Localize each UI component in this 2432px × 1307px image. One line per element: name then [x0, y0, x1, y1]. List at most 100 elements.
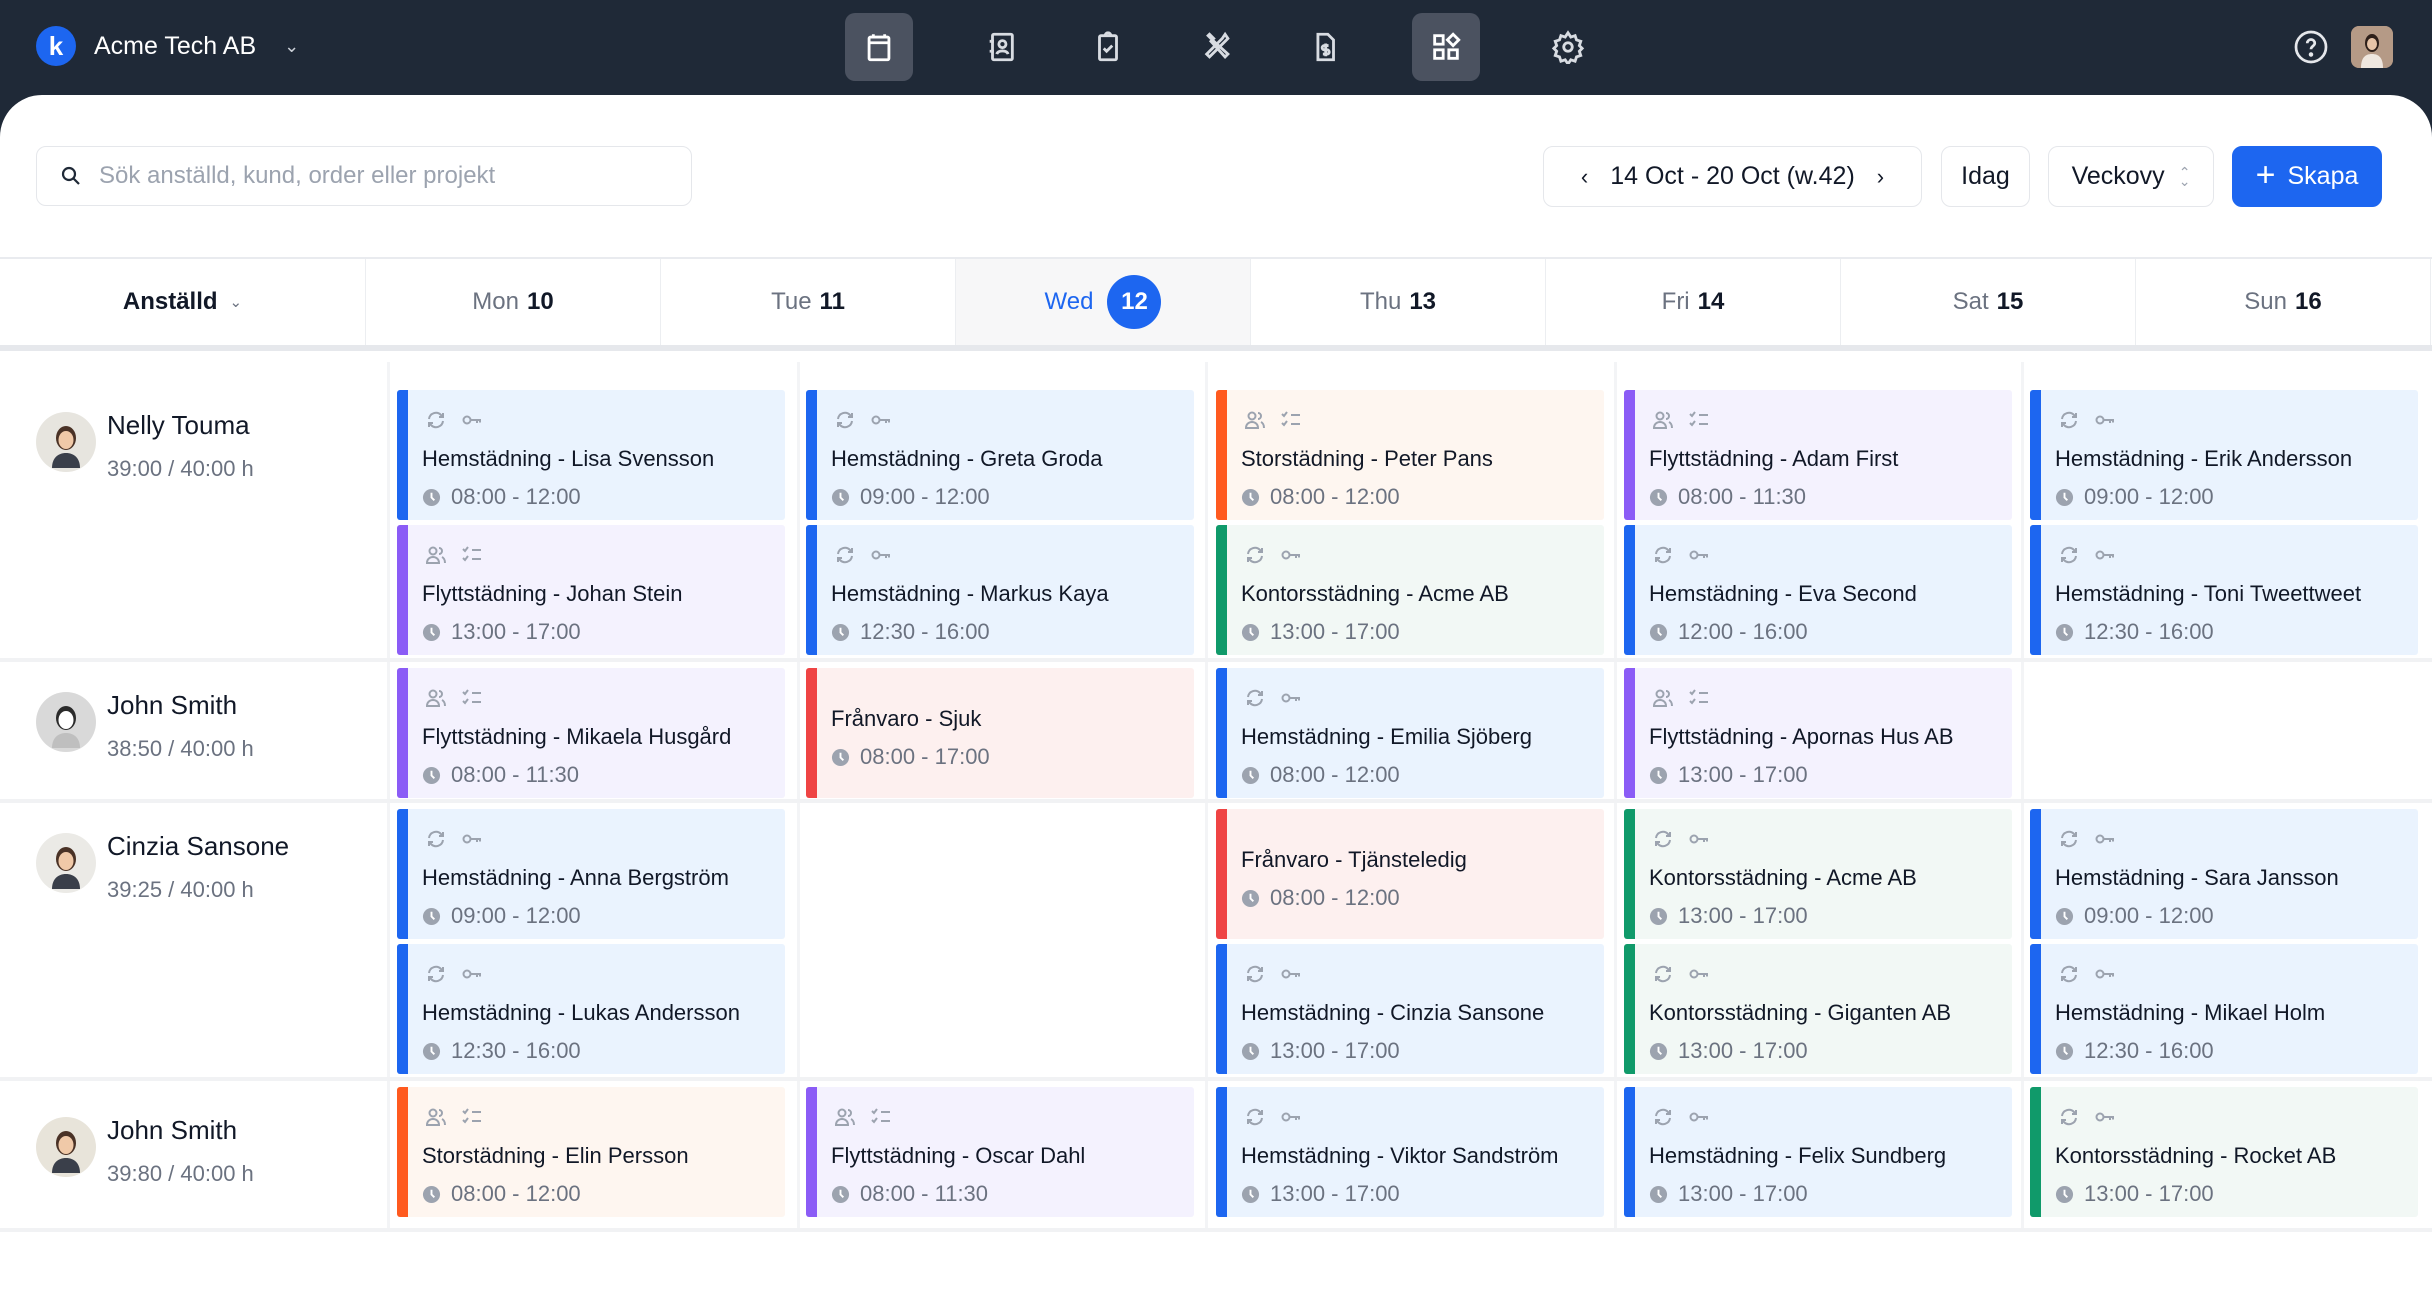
- event-card[interactable]: Hemstädning - Toni Tweettweet 12:30 - 16:…: [2030, 525, 2418, 655]
- event-time-label: 13:00 - 17:00: [451, 619, 581, 644]
- nav-apps[interactable]: [1412, 13, 1480, 81]
- event-time: 13:00 - 17:00: [1241, 1181, 1400, 1207]
- event-time: 08:00 - 12:00: [422, 1181, 581, 1207]
- search-input[interactable]: [99, 162, 659, 190]
- nav-invoices[interactable]: [1291, 13, 1359, 81]
- event-card[interactable]: Flyttstädning - Oscar Dahl 08:00 - 11:30: [806, 1087, 1194, 1217]
- key-icon: [2095, 969, 2114, 979]
- employee-sort-header[interactable]: Anställd ⌄: [0, 259, 366, 345]
- event-icons: [2057, 827, 2117, 851]
- event-time: 13:00 - 17:00: [1241, 1038, 1400, 1064]
- event-card[interactable]: Storstädning - Peter Pans 08:00 - 12:00: [1216, 390, 1604, 520]
- next-week-button[interactable]: ›: [1877, 164, 1884, 190]
- event-title: Kontorsstädning - Acme AB: [1241, 581, 1509, 606]
- event-card[interactable]: Kontorsstädning - Giganten AB 13:00 - 17:…: [1624, 944, 2012, 1074]
- clock-icon: [422, 623, 441, 641]
- view-select[interactable]: Veckovy ⌃ ⌄: [2048, 146, 2214, 207]
- nav-schedule[interactable]: [845, 13, 913, 81]
- key-icon: [2095, 834, 2114, 844]
- event-card[interactable]: Flyttstädning - Johan Stein 13:00 - 17:00: [397, 525, 785, 655]
- event-time: 09:00 - 12:00: [2055, 903, 2214, 929]
- search-box[interactable]: [36, 146, 692, 206]
- create-button[interactable]: + Skapa: [2232, 146, 2382, 207]
- event-card[interactable]: Hemstädning - Erik Andersson 09:00 - 12:0…: [2030, 390, 2418, 520]
- recurring-icon: [1655, 546, 1671, 564]
- event-card[interactable]: Kontorsstädning - Acme AB 13:00 - 17:00: [1624, 809, 2012, 939]
- event-card[interactable]: Hemstädning - Greta Groda 09:00 - 12:00: [806, 390, 1194, 520]
- employee-cell[interactable]: John Smith 39:80 / 40:00 h: [0, 1081, 387, 1228]
- day-header-thu[interactable]: Thu 13: [1251, 259, 1546, 345]
- event-card[interactable]: Hemstädning - Cinzia Sansone 13:00 - 17:0…: [1216, 944, 1604, 1074]
- event-card[interactable]: Hemstädning - Felix Sundberg 13:00 - 17:0…: [1624, 1087, 2012, 1217]
- event-card[interactable]: Hemstädning - Anna Bergström 09:00 - 12:0…: [397, 809, 785, 939]
- event-title: Frånvaro - Tjänsteledig: [1241, 847, 1467, 872]
- company-switcher[interactable]: k Acme Tech AB ⌄: [36, 26, 299, 66]
- event-time-label: 09:00 - 12:00: [2084, 484, 2214, 509]
- day-header-sun[interactable]: Sun 16: [2136, 259, 2431, 345]
- event-icons: [833, 543, 893, 567]
- event-icons: [1651, 827, 1711, 851]
- clock-icon: [831, 488, 850, 506]
- event-title: Flyttstädning - Apornas Hus AB: [1649, 724, 1954, 749]
- team-icon: [834, 1108, 855, 1126]
- calendar-header: Anställd ⌄ Mon 10 Tue 11 Wed 12 Thu 13 Fri 14 Sat 1…: [0, 257, 2432, 351]
- day-header-sat[interactable]: Sat 15: [1841, 259, 2136, 345]
- event-card[interactable]: Hemstädning - Emilia Sjöberg 08:00 - 12:0…: [1216, 668, 1604, 798]
- column-divider: [1205, 662, 1208, 799]
- event-icons: [1651, 543, 1711, 567]
- event-card[interactable]: Frånvaro - Tjänsteledig 08:00 - 12:00: [1216, 809, 1604, 939]
- event-card[interactable]: Hemstädning - Eva Second 12:00 - 16:00: [1624, 525, 2012, 655]
- user-avatar[interactable]: [2351, 26, 2393, 68]
- employee-hours: 38:50 / 40:00 h: [107, 736, 254, 761]
- event-card[interactable]: Flyttstädning - Apornas Hus AB 13:00 - 17…: [1624, 668, 2012, 798]
- event-card[interactable]: Hemstädning - Lukas Andersson 12:30 - 16:…: [397, 944, 785, 1074]
- event-title: Hemstädning - Anna Bergström: [422, 865, 729, 890]
- checklist-icon: [871, 1108, 890, 1124]
- column-divider: [1614, 1081, 1617, 1228]
- column-divider: [797, 362, 800, 658]
- employee-header-label: Anställd: [122, 288, 218, 315]
- date-range-label[interactable]: 14 Oct - 20 Oct (w.42): [1610, 162, 1855, 191]
- event-card[interactable]: Kontorsstädning - Acme AB 13:00 - 17:00: [1216, 525, 1604, 655]
- event-time-label: 13:00 - 17:00: [1270, 1038, 1400, 1063]
- avatar: [36, 412, 96, 472]
- event-card[interactable]: Flyttstädning - Mikaela Husgård 08:00 - 1…: [397, 668, 785, 798]
- nav-tools[interactable]: [1184, 13, 1252, 81]
- day-header-mon[interactable]: Mon 10: [366, 259, 661, 345]
- event-type-bar: [1624, 1087, 1635, 1217]
- event-card[interactable]: Kontorsstädning - Rocket AB 13:00 - 17:00: [2030, 1087, 2418, 1217]
- event-card[interactable]: Hemstädning - Sara Jansson 09:00 - 12:00: [2030, 809, 2418, 939]
- employee-cell[interactable]: Nelly Touma 39:00 / 40:00 h: [0, 362, 387, 658]
- clock-icon: [422, 488, 441, 506]
- event-card[interactable]: Hemstädning - Markus Kaya 12:30 - 16:00: [806, 525, 1194, 655]
- help-icon[interactable]: [2293, 29, 2329, 65]
- event-card[interactable]: Frånvaro - Sjuk 08:00 - 17:00: [806, 668, 1194, 798]
- prev-week-button[interactable]: ‹: [1581, 164, 1588, 190]
- day-name: Tue: [771, 288, 812, 315]
- schedule-grid: Nelly Touma 39:00 / 40:00 h Hemstädning - …: [0, 362, 2432, 1232]
- today-button[interactable]: Idag: [1941, 146, 2030, 207]
- event-time-label: 13:00 - 17:00: [1678, 903, 1808, 928]
- employee-cell[interactable]: Cinzia Sansone 39:25 / 40:00 h: [0, 803, 387, 1077]
- key-icon: [1689, 969, 1708, 979]
- day-header-tue[interactable]: Tue 11: [661, 259, 956, 345]
- key-icon: [2095, 415, 2114, 425]
- event-card[interactable]: Hemstädning - Viktor Sandström 13:00 - 17…: [1216, 1087, 1604, 1217]
- event-card[interactable]: Storstädning - Elin Persson 08:00 - 12:00: [397, 1087, 785, 1217]
- nav-settings[interactable]: [1534, 13, 1602, 81]
- event-card[interactable]: Flyttstädning - Adam First 08:00 - 11:30: [1624, 390, 2012, 520]
- date-range-picker: ‹ 14 Oct - 20 Oct (w.42) ›: [1543, 146, 1922, 207]
- employee-row: Nelly Touma 39:00 / 40:00 h Hemstädning - …: [0, 362, 2432, 662]
- nav-contacts[interactable]: [967, 13, 1035, 81]
- day-date: 15: [1996, 288, 2024, 315]
- event-card[interactable]: Hemstädning - Lisa Svensson 08:00 - 12:00: [397, 390, 785, 520]
- event-icons: [833, 408, 893, 432]
- event-card[interactable]: Hemstädning - Mikael Holm 12:30 - 16:00: [2030, 944, 2418, 1074]
- day-header-wed[interactable]: Wed 12: [956, 259, 1251, 345]
- event-icons: [424, 543, 484, 567]
- nav-tasks[interactable]: [1074, 13, 1142, 81]
- day-header-fri[interactable]: Fri 14: [1546, 259, 1841, 345]
- employee-cell[interactable]: John Smith 38:50 / 40:00 h: [0, 662, 387, 799]
- clock-icon: [1649, 1042, 1668, 1060]
- employee-row: John Smith 39:80 / 40:00 h Storstädning - …: [0, 1081, 2432, 1232]
